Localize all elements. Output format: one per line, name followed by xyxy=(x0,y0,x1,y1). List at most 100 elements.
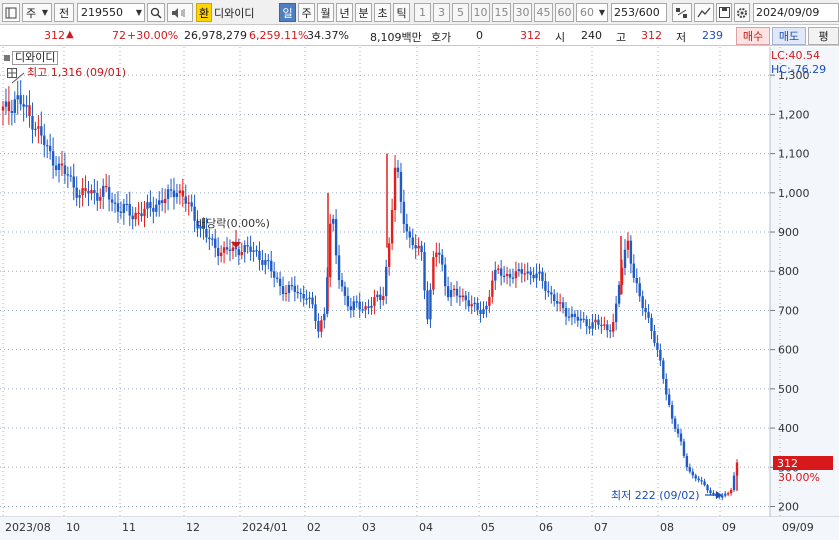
current-price: 312 xyxy=(44,29,65,42)
gear-icon[interactable] xyxy=(734,3,750,22)
last-price-rate: 30.00% xyxy=(778,471,820,484)
drawing-icon[interactable] xyxy=(694,3,714,22)
candle-body xyxy=(113,202,117,204)
save-icon[interactable] xyxy=(716,3,732,22)
price-tick-label: 700 xyxy=(778,304,799,317)
candle-body xyxy=(670,404,674,419)
exchange-badge[interactable]: 환 xyxy=(196,3,212,22)
period-tick-tab[interactable]: 틱 xyxy=(393,3,410,22)
search-icon[interactable] xyxy=(147,3,165,22)
candle-body xyxy=(373,297,376,306)
interval-3-button[interactable]: 3 xyxy=(433,3,450,22)
interval-10-button[interactable]: 10 xyxy=(471,3,490,22)
chevron-down-icon: ▼ xyxy=(598,8,605,17)
buy-button[interactable]: 매수 xyxy=(736,27,770,45)
interval-input[interactable]: 60 ▼ xyxy=(576,3,608,22)
period-year-tab[interactable]: 년 xyxy=(336,3,353,22)
candle-body xyxy=(205,229,208,238)
grid-toggle-icon[interactable] xyxy=(7,68,17,81)
date-tick-label: 09 xyxy=(722,521,736,534)
candle-body xyxy=(267,260,270,262)
price-tick-label: 900 xyxy=(778,226,799,239)
prefix-button[interactable]: 전 xyxy=(54,3,74,22)
candle-body xyxy=(449,289,453,298)
candle-body xyxy=(69,175,72,177)
candle-body xyxy=(726,493,730,495)
candle-body xyxy=(656,342,659,350)
tools-icon[interactable] xyxy=(672,3,692,22)
interval-60-button[interactable]: 60 xyxy=(555,3,574,22)
candle-body xyxy=(258,250,261,261)
candle-body xyxy=(54,165,58,170)
candle-body xyxy=(10,111,14,113)
prefix-label: 전 xyxy=(58,6,70,20)
candle-body xyxy=(222,247,226,253)
date-input[interactable]: 2024/09/09 xyxy=(753,3,839,22)
candle-body xyxy=(668,394,671,405)
candle-body xyxy=(579,318,582,321)
candle-body xyxy=(609,330,612,332)
candle-body xyxy=(476,302,479,310)
evaluate-button[interactable]: 평 xyxy=(808,27,839,45)
period-month-tab[interactable]: 월 xyxy=(317,3,334,22)
candle-body xyxy=(331,219,335,224)
interval-1-button[interactable]: 1 xyxy=(414,3,431,22)
candle-body xyxy=(178,190,182,194)
stock-code-input[interactable]: 219550 ▼ xyxy=(77,3,145,22)
data-count-field[interactable]: 253/600 xyxy=(611,3,667,22)
candle-body xyxy=(732,475,736,491)
date-tick-label: 06 xyxy=(539,521,553,534)
turnover-rate: 34.37% xyxy=(307,29,349,42)
period-day-label: 일 xyxy=(282,6,293,20)
candle-body xyxy=(461,295,465,298)
market-select[interactable]: 주 ▼ xyxy=(22,3,52,22)
candle-body xyxy=(214,238,217,248)
interval-45-button[interactable]: 45 xyxy=(534,3,553,22)
candle-body xyxy=(146,202,149,209)
candle-body xyxy=(172,190,176,198)
candle-body xyxy=(134,212,137,220)
candle-body xyxy=(175,193,179,198)
sell-button[interactable]: 매도 xyxy=(772,27,806,45)
interval-5-label: 5 xyxy=(457,6,464,19)
interval-30-button[interactable]: 30 xyxy=(513,3,532,22)
period-minute-tab[interactable]: 분 xyxy=(355,3,372,22)
price-tick-label: 1,100 xyxy=(778,148,810,161)
date-tick-label: 2023/08 xyxy=(5,521,51,534)
price-chart[interactable]: 2003004005006007008009001,0001,1001,2001… xyxy=(0,47,839,540)
candle-body xyxy=(597,319,600,325)
candle-body xyxy=(90,190,93,194)
candlestick-chart[interactable]: 2003004005006007008009001,0001,1001,2001… xyxy=(0,47,839,540)
period-second-tab[interactable]: 초 xyxy=(374,3,391,22)
candle-body xyxy=(102,185,105,197)
candle-body xyxy=(600,324,603,326)
period-week-tab[interactable]: 주 xyxy=(298,3,315,22)
candle-body xyxy=(499,268,503,276)
sound-icon[interactable] xyxy=(167,3,193,22)
price-tick-label: 400 xyxy=(778,422,799,435)
candle-body xyxy=(317,321,320,332)
candle-body xyxy=(119,211,123,213)
interval-1-label: 1 xyxy=(419,6,426,19)
candle-body xyxy=(709,490,712,494)
interval-15-button[interactable]: 15 xyxy=(492,3,511,22)
candle-body xyxy=(603,324,606,326)
candle-body xyxy=(75,187,78,198)
price-change-rate: +30.00% xyxy=(127,29,179,42)
candle-body xyxy=(131,215,134,220)
chart-legend[interactable]: 디와이디 xyxy=(4,51,59,65)
quote-value: 0 xyxy=(476,29,483,42)
candle-body xyxy=(420,245,423,252)
period-day-tab[interactable]: 일 xyxy=(279,3,296,22)
candle-body xyxy=(1,106,5,111)
period-tick-label: 틱 xyxy=(396,6,407,20)
candle-body xyxy=(379,294,382,301)
candle-body xyxy=(311,297,314,305)
interval-5-button[interactable]: 5 xyxy=(452,3,469,22)
candle-body xyxy=(137,212,140,215)
chart-menu-icon[interactable] xyxy=(2,3,20,22)
dividend-note: 배당락(0.00%) xyxy=(196,217,270,230)
high-price: 312 xyxy=(641,29,662,42)
up-arrow-icon: ▲ xyxy=(66,29,74,40)
candle-body xyxy=(429,289,432,320)
